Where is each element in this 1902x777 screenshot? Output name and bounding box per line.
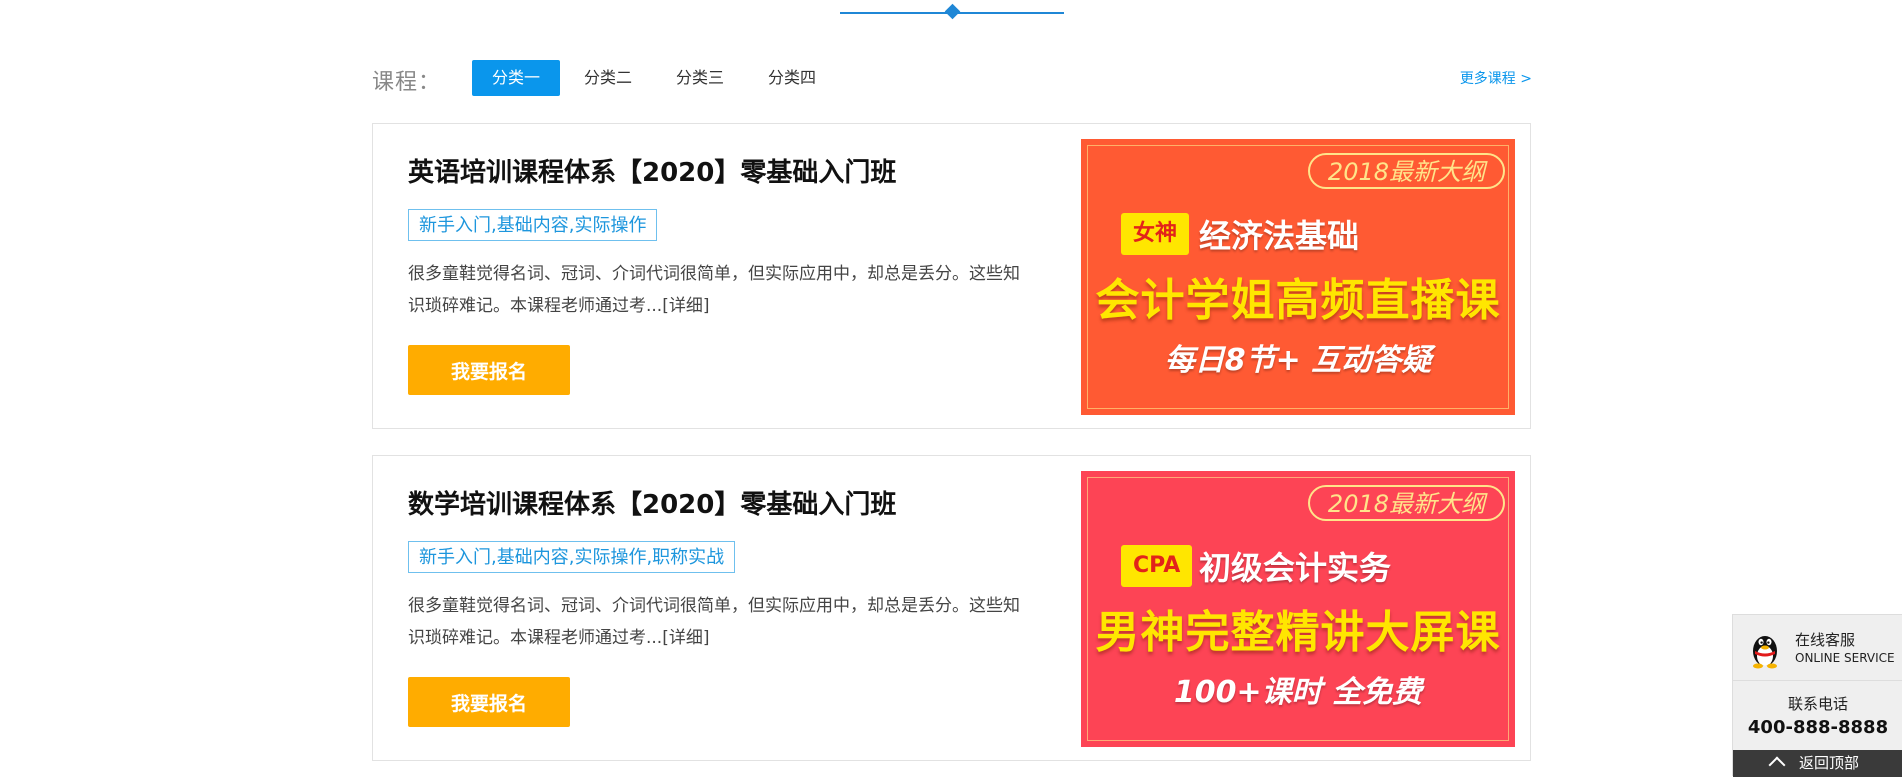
phone-number: 400-888-8888 bbox=[1747, 717, 1889, 738]
banner-tagline: 100+课时 全免费 bbox=[1173, 675, 1423, 710]
course-title[interactable]: 数学培训课程体系【2020】零基础入门班 bbox=[408, 484, 896, 521]
banner-syllabus-pill: 2018最新大纲 bbox=[1307, 153, 1505, 189]
more-courses-link[interactable]: 更多课程 > bbox=[1460, 68, 1532, 88]
category-title: 课程： bbox=[372, 70, 442, 95]
course-title[interactable]: 英语培训课程体系【2020】零基础入门班 bbox=[408, 152, 896, 189]
tab-category-1[interactable]: 分类一 bbox=[472, 60, 560, 96]
tab-category-3[interactable]: 分类三 bbox=[656, 60, 744, 96]
online-service-label: 在线客服 bbox=[1795, 631, 1856, 649]
online-service-label-en: ONLINE SERVICE bbox=[1795, 651, 1895, 665]
qq-penguin-icon bbox=[1753, 636, 1777, 669]
course-banner-image[interactable]: 2018最新大纲 CPA 初级会计实务 男神完整精讲大屏课 100+课时 全免费 bbox=[1081, 471, 1515, 747]
tab-category-4[interactable]: 分类四 bbox=[748, 60, 836, 96]
banner-tagline: 每日8节+ 互动答疑 bbox=[1164, 343, 1432, 378]
online-service-button[interactable]: 在线客服 ONLINE SERVICE bbox=[1733, 615, 1902, 679]
banner-subtitle: 经济法基础 bbox=[1199, 217, 1360, 255]
banner-headline: 会计学姐高频直播课 bbox=[1095, 275, 1501, 326]
tab-category-2[interactable]: 分类二 bbox=[564, 60, 652, 96]
signup-button[interactable]: 我要报名 bbox=[408, 677, 570, 727]
course-category-bar: 课程： 分类一 分类二 分类三 分类四 更多课程 > bbox=[372, 60, 1532, 98]
service-widget: 在线客服 ONLINE SERVICE 联系电话 400-888-8888 返回… bbox=[1732, 614, 1902, 777]
course-card: 英语培训课程体系【2020】零基础入门班 新手入门,基础内容,实际操作 很多童鞋… bbox=[372, 123, 1531, 429]
divider-diamond-icon bbox=[944, 3, 961, 20]
course-banner-image[interactable]: 2018最新大纲 女神 经济法基础 会计学姐高频直播课 每日8节+ 互动答疑 bbox=[1081, 139, 1515, 415]
banner-syllabus-pill: 2018最新大纲 bbox=[1307, 485, 1505, 521]
banner-subtitle: 初级会计实务 bbox=[1199, 549, 1392, 587]
category-tabs: 分类一 分类二 分类三 分类四 bbox=[472, 60, 840, 96]
banner-headline: 男神完整精讲大屏课 bbox=[1095, 607, 1501, 658]
contact-phone: 联系电话 400-888-8888 bbox=[1733, 680, 1902, 751]
course-tags: 新手入门,基础内容,实际操作 bbox=[408, 209, 658, 241]
course-tags: 新手入门,基础内容,实际操作,职称实战 bbox=[408, 541, 736, 573]
course-card: 数学培训课程体系【2020】零基础入门班 新手入门,基础内容,实际操作,职称实战… bbox=[372, 455, 1531, 761]
banner-badge: 女神 bbox=[1121, 213, 1190, 255]
course-description: 很多童鞋觉得名词、冠词、介词代词很简单，但实际应用中，却总是丢分。这些知识琐碎难… bbox=[408, 596, 1020, 648]
course-description: 很多童鞋觉得名词、冠词、介词代词很简单，但实际应用中，却总是丢分。这些知识琐碎难… bbox=[408, 264, 1020, 316]
back-to-top-button[interactable]: 返回顶部 bbox=[1733, 750, 1902, 777]
signup-button[interactable]: 我要报名 bbox=[408, 345, 570, 395]
phone-label: 联系电话 bbox=[1787, 695, 1848, 713]
banner-badge: CPA bbox=[1121, 545, 1193, 587]
section-divider bbox=[840, 3, 1064, 20]
chevron-up-icon bbox=[1768, 756, 1786, 774]
back-to-top-label: 返回顶部 bbox=[1799, 754, 1860, 772]
